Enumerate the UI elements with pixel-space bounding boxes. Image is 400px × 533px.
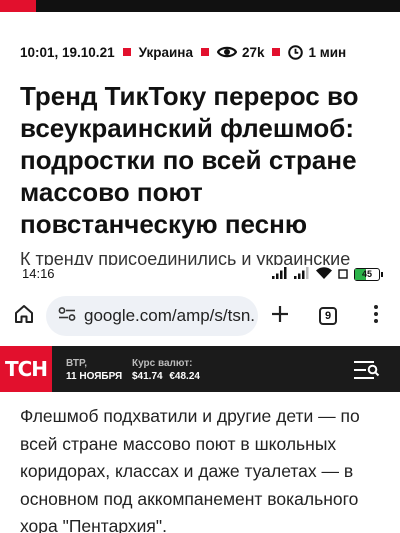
status-time: 14:16 bbox=[22, 266, 55, 281]
meta-separator bbox=[122, 48, 131, 56]
eye-icon bbox=[216, 45, 237, 59]
meta-separator bbox=[272, 48, 281, 56]
plus-icon bbox=[270, 304, 290, 329]
site-header: ТСН ВТР, 11 НОЯБРЯ Курс валют: $41.74 €4… bbox=[0, 346, 400, 392]
rates-label: Курс валют: bbox=[132, 358, 193, 369]
article-views: 27k bbox=[241, 44, 265, 60]
browser-toolbar: google.com/amp/s/tsn.u 9 bbox=[0, 284, 400, 346]
menu-search-icon bbox=[354, 361, 380, 385]
site-info-icon[interactable] bbox=[58, 306, 76, 327]
address-bar[interactable]: google.com/amp/s/tsn.u bbox=[46, 296, 258, 336]
new-tab-button[interactable] bbox=[266, 302, 294, 330]
more-menu-button[interactable] bbox=[362, 302, 390, 330]
article-meta: 10:01, 19.10.21 Украина 27k 1 мин bbox=[20, 43, 346, 61]
wifi-icon bbox=[316, 267, 332, 282]
tab-count: 9 bbox=[319, 307, 337, 325]
signal-icon-2 bbox=[294, 267, 310, 282]
article-body-paragraph: Флешмоб подхватили и другие дети — по вс… bbox=[20, 406, 360, 533]
currency-rates: Курс валют: $41.74 €48.24 bbox=[132, 357, 200, 383]
menu-search-button[interactable] bbox=[354, 359, 380, 381]
rates-values: $41.74 €48.24 bbox=[132, 370, 200, 383]
signal-icon bbox=[272, 267, 288, 282]
usd-rate: $41.74 bbox=[132, 371, 163, 382]
header-date: ВТР, 11 НОЯБРЯ bbox=[66, 357, 122, 383]
top-dark-strip bbox=[0, 0, 400, 12]
url-text[interactable]: google.com/amp/s/tsn.u bbox=[84, 306, 256, 326]
status-icons: 45 bbox=[272, 267, 383, 282]
article-cut-text: К тренду присоединились и украинские bbox=[20, 249, 351, 266]
top-red-accent bbox=[0, 0, 36, 12]
home-button[interactable] bbox=[10, 302, 38, 330]
clock-icon bbox=[288, 44, 304, 60]
article-read-time: 1 мин bbox=[308, 44, 347, 60]
more-vert-icon bbox=[373, 304, 379, 329]
eur-rate: €48.24 bbox=[169, 371, 200, 382]
logo-text: ТСН bbox=[4, 357, 48, 381]
meta-separator bbox=[200, 48, 209, 56]
article-datetime: 10:01, 19.10.21 bbox=[20, 44, 115, 60]
battery-tip bbox=[381, 272, 383, 277]
tab-switcher-button[interactable]: 9 bbox=[314, 302, 342, 330]
battery-percent: 45 bbox=[361, 269, 372, 279]
header-weekday: ВТР, bbox=[66, 358, 88, 369]
battery-saver-icon bbox=[338, 267, 348, 282]
header-day: 11 НОЯБРЯ bbox=[66, 371, 123, 382]
battery-icon: 45 bbox=[354, 268, 383, 281]
article-category[interactable]: Украина bbox=[139, 45, 193, 60]
home-icon bbox=[13, 303, 35, 330]
site-logo[interactable]: ТСН bbox=[0, 346, 52, 392]
article-headline: Тренд ТикТоку перерос во всеукраинский ф… bbox=[20, 81, 359, 239]
status-bar: 14:16 45 bbox=[0, 265, 400, 284]
